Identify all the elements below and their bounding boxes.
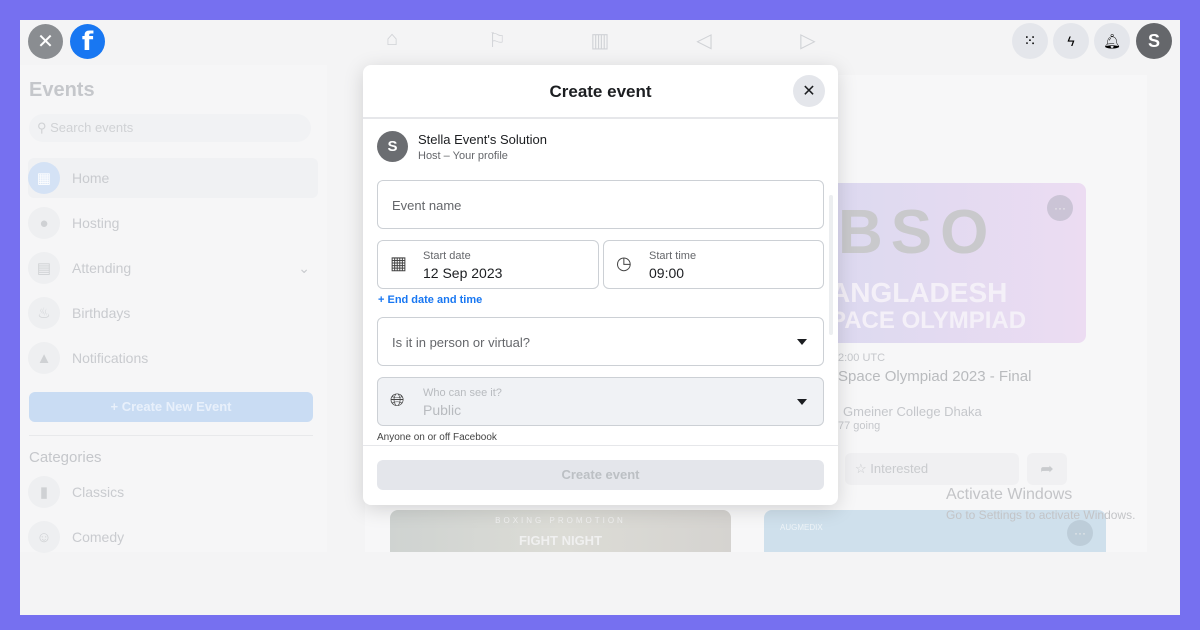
chart-icon[interactable]: ▥ — [588, 28, 612, 52]
windows-watermark: Activate Windows Go to Settings to activ… — [946, 486, 1135, 522]
start-time-value: 09:00 — [649, 265, 685, 281]
watermark-title: Activate Windows — [946, 486, 1073, 503]
event-name-input[interactable]: Event name — [377, 180, 824, 229]
host-subtitle: Host – Your profile — [418, 150, 508, 162]
calendar-star-icon: ▤ — [28, 252, 60, 284]
event-banner[interactable]: BSO ANGLADESH PACE OLYMPIAD ··· — [830, 183, 1086, 343]
category-label: Comedy — [72, 529, 125, 545]
sidebar-item-label: Notifications — [72, 350, 149, 366]
category-comedy[interactable]: ☺ Comedy — [28, 517, 318, 557]
flag-icon[interactable]: ⚐ — [485, 28, 509, 52]
start-time-field[interactable]: ◷ Start time 09:00 — [603, 240, 824, 289]
sidebar: Events ⚲ Search events ▦ Home ● Hosting ▤ A… — [20, 65, 327, 553]
bell-icon: ▲ — [28, 342, 60, 374]
bell-icon[interactable]: 🔔︎ — [1094, 23, 1130, 59]
person-icon: ● — [28, 207, 60, 239]
close-dialog-button[interactable]: ✕ — [793, 75, 825, 107]
globe-icon: 🌐︎ — [390, 390, 405, 410]
card-text: AUGMEDIX — [780, 523, 823, 532]
dialog-title: Create event — [549, 82, 652, 101]
book-icon: ▮ — [28, 476, 60, 508]
sidebar-item-notifications[interactable]: ▲ Notifications — [28, 338, 318, 378]
sidebar-item-label: Birthdays — [72, 305, 131, 321]
home-icon[interactable]: ⌂ — [380, 28, 404, 52]
caret-down-icon — [797, 398, 807, 405]
host-name: Stella Event's Solution — [418, 132, 547, 147]
messenger-icon[interactable]: ϟ — [1053, 23, 1089, 59]
create-event-dialog: Create event ✕ S Stella Event's Solution… — [363, 65, 838, 505]
privacy-label: Who can see it? — [423, 387, 502, 399]
create-new-event-button[interactable]: + Create New Event — [29, 392, 313, 422]
search-icon: ⚲ — [37, 120, 51, 135]
privacy-note: Anyone on or off Facebook — [377, 432, 497, 443]
laugh-icon: ☺ — [28, 521, 60, 553]
search-input[interactable]: ⚲ Search events — [29, 114, 311, 142]
megaphone-icon[interactable]: ◁ — [692, 28, 716, 52]
banner-text: BSO — [838, 198, 997, 267]
sidebar-item-label: Attending — [72, 260, 132, 276]
sidebar-item-home[interactable]: ▦ Home — [28, 158, 318, 198]
start-date-label: Start date — [423, 250, 471, 262]
card-text: FIGHT NIGHT — [518, 533, 603, 548]
event-card-fight-night[interactable]: BOXING PROMOTION FIGHT NIGHT — [390, 510, 731, 552]
event-name-placeholder: Event name — [392, 198, 462, 213]
avatar[interactable]: S — [1136, 23, 1172, 59]
start-date-value: 12 Sep 2023 — [423, 265, 503, 281]
sidebar-item-birthdays[interactable]: ♨ Birthdays — [28, 293, 318, 333]
card-text: BOXING PROMOTION — [495, 516, 626, 525]
cake-icon: ♨ — [28, 297, 60, 329]
footer-divider — [363, 445, 838, 446]
end-date-time-link[interactable]: + End date and time — [378, 294, 482, 306]
app-window: ✕ f ⌂ ⚐ ▥ ◁ ▷ ⁙ ϟ 🔔︎ S Events ⚲ Search e… — [20, 20, 1180, 615]
scrollbar[interactable] — [829, 195, 833, 335]
star-icon: ☆ — [855, 461, 871, 476]
facebook-logo[interactable]: f — [70, 24, 105, 59]
banner-text: ANGLADESH — [830, 277, 1008, 308]
host-avatar: S — [377, 131, 408, 162]
event-location: Gmeiner College Dhaka — [843, 404, 982, 419]
location-placeholder: Is it in person or virtual? — [392, 335, 531, 350]
sidebar-item-label: Hosting — [72, 215, 120, 231]
share-button[interactable]: ➦ — [1027, 453, 1067, 485]
sidebar-title: Events — [29, 79, 95, 101]
header-divider — [363, 117, 838, 119]
calendar-icon: ▦ — [390, 253, 408, 273]
watermark-subtitle: Go to Settings to activate Windows. — [946, 508, 1136, 522]
clock-icon: ◷ — [616, 253, 632, 273]
divider — [29, 435, 313, 436]
caret-down-icon — [797, 338, 807, 345]
interested-button[interactable]: ☆ Interested — [845, 453, 1019, 485]
start-time-label: Start time — [649, 250, 697, 262]
event-going: 77 going — [838, 420, 881, 432]
event-time: 2:00 UTC — [838, 352, 886, 364]
interested-label: Interested — [870, 461, 929, 476]
video-icon[interactable]: ▷ — [796, 28, 820, 52]
categories-title: Categories — [29, 449, 102, 466]
sidebar-item-attending[interactable]: ▤ Attending ⌄ — [28, 248, 318, 288]
calendar-icon: ▦ — [28, 162, 60, 194]
banner-text: PACE OLYMPIAD — [830, 307, 1027, 334]
search-placeholder: Search events — [50, 120, 134, 135]
start-date-field[interactable]: ▦ Start date 12 Sep 2023 — [377, 240, 599, 289]
more-options-icon[interactable]: ··· — [1067, 520, 1093, 546]
category-classics[interactable]: ▮ Classics — [28, 472, 318, 512]
sidebar-item-label: Home — [72, 170, 110, 186]
privacy-select[interactable]: 🌐︎ Who can see it? Public — [377, 377, 824, 426]
close-button[interactable]: ✕ — [28, 24, 63, 59]
grid-menu-icon[interactable]: ⁙ — [1012, 23, 1048, 59]
more-options-icon[interactable]: ··· — [1047, 195, 1073, 221]
sidebar-item-hosting[interactable]: ● Hosting — [28, 203, 318, 243]
create-event-submit-button[interactable]: Create event — [377, 460, 824, 490]
location-type-select[interactable]: Is it in person or virtual? — [377, 317, 824, 366]
event-title[interactable]: Space Olympiad 2023 - Final — [838, 368, 1031, 385]
category-label: Classics — [72, 484, 125, 500]
chevron-down-icon[interactable]: ⌄ — [298, 260, 310, 277]
privacy-value: Public — [423, 402, 462, 418]
